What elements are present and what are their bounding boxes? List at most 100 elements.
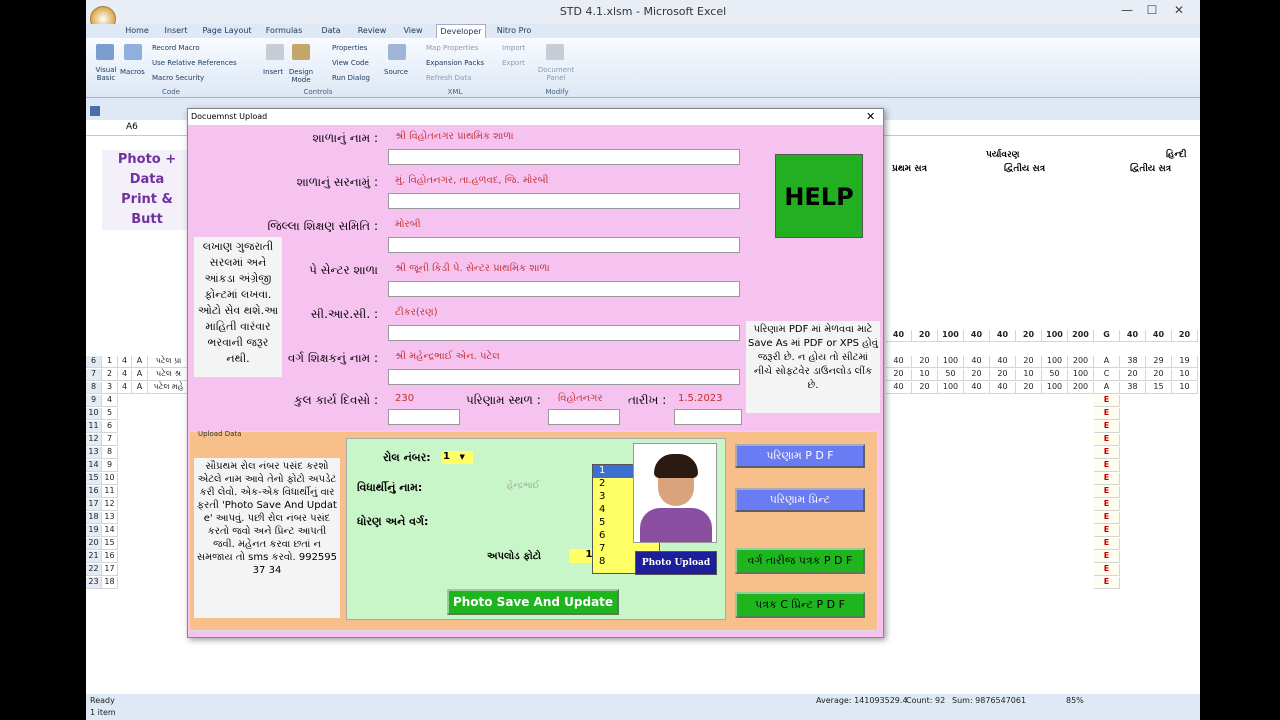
grade-cell[interactable]: E xyxy=(1094,460,1120,472)
export-button[interactable]: Export xyxy=(502,59,525,67)
expansion-packs-button[interactable]: Expansion Packs xyxy=(426,59,484,67)
roll-combobox[interactable]: 1 ▼ xyxy=(441,451,473,464)
maximize-button[interactable]: ☐ xyxy=(1141,3,1163,21)
table-cell[interactable]: 12 xyxy=(102,499,118,511)
insert-control-button[interactable]: Insert xyxy=(263,68,283,76)
max-marks-cell[interactable]: 20 xyxy=(1172,330,1198,342)
table-cell[interactable]: 6 xyxy=(102,421,118,433)
row-header[interactable]: 6 xyxy=(86,356,102,368)
run-dialog-button[interactable]: Run Dialog xyxy=(332,74,370,82)
grade-cell[interactable]: 100 xyxy=(1068,369,1094,381)
class-register-pdf-button[interactable]: વર્ગ તારીજ પત્રક P D F xyxy=(735,548,865,574)
chevron-down-icon[interactable]: ▼ xyxy=(459,453,464,461)
grade-cell[interactable]: A xyxy=(1094,356,1120,368)
grade-cell[interactable]: 38 xyxy=(1120,356,1146,368)
field-input[interactable] xyxy=(388,193,740,209)
grade-cell[interactable]: E xyxy=(1094,473,1120,485)
row-header[interactable]: 11 xyxy=(86,421,102,433)
table-cell[interactable]: A xyxy=(132,369,148,381)
grade-cell[interactable]: 20 xyxy=(912,382,938,394)
table-cell[interactable]: 3 xyxy=(102,382,118,394)
grade-cell[interactable]: 40 xyxy=(886,382,912,394)
close-button[interactable]: ✕ xyxy=(1168,3,1190,21)
grade-cell[interactable]: 100 xyxy=(938,356,964,368)
patrak-print-pdf-button[interactable]: પત્રક C પ્રિન્ટ P D F xyxy=(735,592,865,618)
table-cell[interactable]: 1 xyxy=(102,356,118,368)
import-button[interactable]: Import xyxy=(502,44,525,52)
properties-button[interactable]: Properties xyxy=(332,44,367,52)
date-input[interactable] xyxy=(674,409,742,425)
grade-cell[interactable]: E xyxy=(1094,525,1120,537)
field-input[interactable] xyxy=(388,281,740,297)
field-input[interactable] xyxy=(388,369,740,385)
grade-cell[interactable]: 200 xyxy=(1068,356,1094,368)
row-header[interactable]: 7 xyxy=(86,369,102,381)
tab-developer[interactable]: Developer xyxy=(436,24,486,38)
source-button[interactable]: Source xyxy=(384,68,408,76)
table-cell[interactable]: 18 xyxy=(102,577,118,589)
table-cell[interactable]: 2 xyxy=(102,369,118,381)
grade-cell[interactable]: E xyxy=(1094,486,1120,498)
save-icon[interactable] xyxy=(90,106,100,116)
grade-cell[interactable]: E xyxy=(1094,577,1120,589)
view-code-button[interactable]: View Code xyxy=(332,59,369,67)
minimize-button[interactable]: — xyxy=(1116,3,1138,21)
table-cell[interactable]: 5 xyxy=(102,408,118,420)
grade-cell[interactable]: 10 xyxy=(1172,382,1198,394)
grade-cell[interactable]: 20 xyxy=(1016,382,1042,394)
dialog-close-button[interactable]: ✕ xyxy=(866,110,875,123)
row-header[interactable]: 21 xyxy=(86,551,102,563)
grade-cell[interactable]: A xyxy=(1094,382,1120,394)
row-header[interactable]: 19 xyxy=(86,525,102,537)
grade-cell[interactable]: 50 xyxy=(1042,369,1068,381)
table-cell[interactable]: પટેલ મહે xyxy=(148,382,190,394)
table-cell[interactable]: 4 xyxy=(118,382,132,394)
macros-button[interactable]: Macros xyxy=(120,68,145,76)
photo-save-update-button[interactable]: Photo Save And Update xyxy=(447,589,619,615)
table-cell[interactable]: 7 xyxy=(102,434,118,446)
table-cell[interactable]: 11 xyxy=(102,486,118,498)
grade-cell[interactable]: E xyxy=(1094,395,1120,407)
table-cell[interactable]: 4 xyxy=(118,356,132,368)
photo-upload-button[interactable]: Photo Upload xyxy=(635,551,717,575)
row-header[interactable]: 18 xyxy=(86,512,102,524)
zoom-level[interactable]: 85% xyxy=(1066,696,1084,705)
table-cell[interactable]: A xyxy=(132,382,148,394)
relative-references-button[interactable]: Use Relative References xyxy=(152,59,237,67)
row-header[interactable]: 14 xyxy=(86,460,102,472)
row-header[interactable]: 9 xyxy=(86,395,102,407)
grade-cell[interactable]: 38 xyxy=(1120,382,1146,394)
grade-cell[interactable]: 200 xyxy=(1068,382,1094,394)
max-marks-cell[interactable]: 20 xyxy=(912,330,938,342)
grade-cell[interactable]: 19 xyxy=(1172,356,1198,368)
grade-cell[interactable]: 40 xyxy=(964,356,990,368)
refresh-data-button[interactable]: Refresh Data xyxy=(426,74,471,82)
table-cell[interactable]: 8 xyxy=(102,447,118,459)
grade-cell[interactable]: 10 xyxy=(1172,369,1198,381)
grade-cell[interactable]: E xyxy=(1094,551,1120,563)
grade-cell[interactable]: 10 xyxy=(1016,369,1042,381)
grade-cell[interactable]: 40 xyxy=(990,356,1016,368)
max-marks-cell[interactable]: 20 xyxy=(1016,330,1042,342)
table-cell[interactable]: 16 xyxy=(102,551,118,563)
result-print-button[interactable]: પરિણામ પ્રિન્ટ xyxy=(735,488,865,512)
max-marks-cell[interactable]: 40 xyxy=(1120,330,1146,342)
grade-cell[interactable]: E xyxy=(1094,538,1120,550)
row-header[interactable]: 23 xyxy=(86,577,102,589)
row-header[interactable]: 22 xyxy=(86,564,102,576)
grade-cell[interactable]: 50 xyxy=(938,369,964,381)
grade-cell[interactable]: 100 xyxy=(1042,356,1068,368)
table-cell[interactable]: પટેલ શ્ર xyxy=(148,369,190,381)
grade-cell[interactable]: 20 xyxy=(964,369,990,381)
grade-cell[interactable]: E xyxy=(1094,447,1120,459)
grade-cell[interactable]: E xyxy=(1094,512,1120,524)
table-cell[interactable]: પટેલ પ્રા xyxy=(148,356,190,368)
grade-cell[interactable]: 40 xyxy=(886,356,912,368)
max-marks-cell[interactable]: 100 xyxy=(1042,330,1068,342)
row-header[interactable]: 13 xyxy=(86,447,102,459)
grade-cell[interactable]: E xyxy=(1094,499,1120,511)
table-cell[interactable]: A xyxy=(132,356,148,368)
grade-cell[interactable]: 20 xyxy=(1016,356,1042,368)
grade-cell[interactable]: 100 xyxy=(1042,382,1068,394)
grade-cell[interactable]: 29 xyxy=(1146,356,1172,368)
